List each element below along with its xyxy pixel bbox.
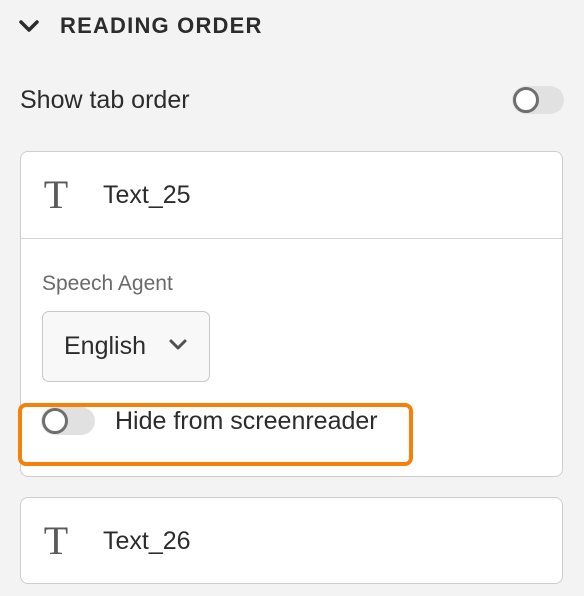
show-tab-order-toggle[interactable] (512, 86, 564, 114)
item-name: Text_25 (103, 180, 191, 209)
speech-agent-label: Speech Agent (42, 272, 173, 295)
reading-order-item[interactable]: T Text_26 (20, 497, 563, 584)
item-name: Text_26 (103, 526, 191, 555)
chevron-down-icon (18, 19, 40, 33)
show-tab-order-row: Show tab order (20, 80, 564, 120)
hide-from-screenreader-row: Hide from screenreader (41, 405, 378, 437)
text-type-icon: T (43, 518, 69, 563)
reading-order-header[interactable]: READING ORDER (18, 8, 263, 44)
item-header[interactable]: T Text_26 (21, 498, 562, 584)
hide-from-screenreader-toggle[interactable] (41, 407, 95, 435)
toggle-knob (42, 408, 68, 434)
toggle-knob (513, 87, 539, 113)
speech-agent-select[interactable]: English (42, 311, 210, 382)
text-type-icon: T (43, 172, 69, 217)
item-details: Speech Agent English Hide from screenrea… (21, 239, 562, 475)
hide-from-screenreader-label: Hide from screenreader (115, 406, 378, 435)
item-header[interactable]: T Text_25 (21, 152, 562, 238)
reading-order-item: T Text_25 Speech Agent English Hide from… (20, 151, 563, 477)
show-tab-order-label: Show tab order (20, 85, 190, 114)
section-title: READING ORDER (60, 13, 263, 38)
chevron-down-icon (169, 339, 187, 350)
speech-agent-value: English (64, 332, 146, 360)
